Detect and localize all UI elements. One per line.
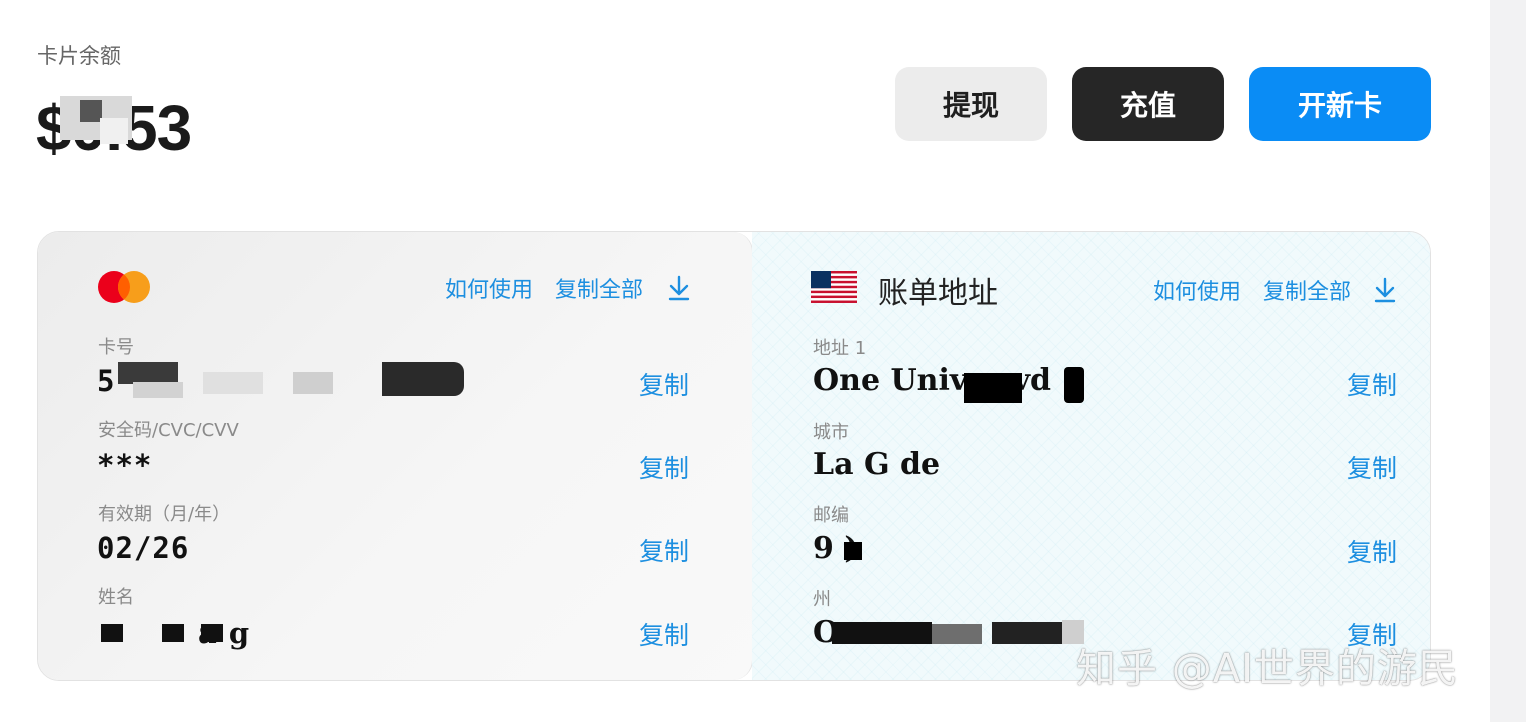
redaction-mask xyxy=(382,362,464,396)
redaction-mask xyxy=(203,372,263,394)
redaction-mask xyxy=(162,624,184,642)
expiry-value: 02/26 xyxy=(97,531,190,565)
redaction-mask xyxy=(832,622,932,644)
card-copy-all-link[interactable]: 复制全部 xyxy=(555,272,643,304)
name-label: 姓名 xyxy=(98,587,134,608)
redaction-mask xyxy=(293,372,333,394)
copy-cvc-button[interactable]: 复制 xyxy=(639,449,689,485)
card-number-value: 5 xyxy=(97,364,116,398)
redaction-mask xyxy=(201,624,223,642)
address-label: 地址 1 xyxy=(813,338,867,359)
billing-title: 账单地址 xyxy=(878,276,998,311)
cvc-label: 安全码/CVC/CVV xyxy=(98,420,239,441)
copy-name-button[interactable]: 复制 xyxy=(639,616,689,652)
withdraw-button[interactable]: 提现 xyxy=(895,67,1047,141)
copy-city-button[interactable]: 复制 xyxy=(1347,449,1397,485)
redaction-mask xyxy=(118,362,178,384)
copy-zip-button[interactable]: 复制 xyxy=(1347,533,1397,569)
card-how-to-use-link[interactable]: 如何使用 xyxy=(445,272,533,304)
redaction-mask xyxy=(80,100,102,122)
billing-copy-all-link[interactable]: 复制全部 xyxy=(1263,274,1351,306)
copy-expiry-button[interactable]: 复制 xyxy=(639,532,689,568)
redaction-mask xyxy=(133,382,183,398)
card-info-section: 如何使用 复制全部 卡号 5 复制 安全码/CVC/CVV *** 复制 有效期… xyxy=(38,232,753,680)
page-gutter xyxy=(1490,0,1526,722)
mastercard-logo-icon xyxy=(98,271,150,303)
billing-download-icon[interactable] xyxy=(1373,277,1397,303)
balance-label: 卡片余额 xyxy=(37,44,121,68)
billing-how-to-use-link[interactable]: 如何使用 xyxy=(1153,274,1241,306)
zip-label: 邮编 xyxy=(813,505,849,526)
copy-card-number-button[interactable]: 复制 xyxy=(639,366,689,402)
card-download-icon[interactable] xyxy=(667,275,691,301)
state-label: 州 xyxy=(813,589,831,610)
city-label: 城市 xyxy=(813,422,849,443)
redaction-mask xyxy=(992,622,1072,644)
redaction-mask xyxy=(844,542,862,560)
redaction-mask xyxy=(1064,367,1084,403)
expiry-label: 有效期（月/年） xyxy=(98,504,231,525)
redaction-mask xyxy=(932,624,982,644)
redaction-mask xyxy=(964,373,1022,403)
watermark-text: 知乎 @AI世界的游民 xyxy=(1076,646,1459,692)
copy-address-button[interactable]: 复制 xyxy=(1347,366,1397,402)
topup-button[interactable]: 充值 xyxy=(1072,67,1224,141)
us-flag-icon xyxy=(811,271,857,303)
card-details-panel: 如何使用 复制全部 卡号 5 复制 安全码/CVC/CVV *** 复制 有效期… xyxy=(37,231,1431,681)
redaction-mask xyxy=(101,624,123,642)
redaction-mask xyxy=(100,118,128,144)
new-card-button[interactable]: 开新卡 xyxy=(1249,67,1431,141)
cvc-value: *** xyxy=(97,448,153,482)
city-value: La G de xyxy=(813,447,941,482)
card-number-label: 卡号 xyxy=(98,337,134,358)
